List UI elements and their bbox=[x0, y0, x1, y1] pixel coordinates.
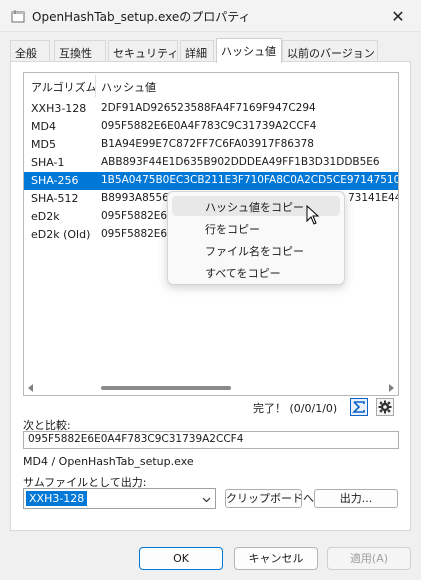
close-icon: ✕ bbox=[391, 6, 405, 26]
tab-security[interactable]: セキュリティ bbox=[108, 40, 178, 62]
list-item[interactable]: XXH3-128 2DF91AD926523588FA4F7169F947C29… bbox=[24, 100, 398, 118]
tab-compatibility[interactable]: 互換性 bbox=[54, 40, 106, 62]
list-header: アルゴリズム ハッシュ値 bbox=[24, 73, 398, 99]
properties-icon bbox=[11, 10, 25, 23]
scrollbar-thumb[interactable] bbox=[101, 386, 231, 390]
tab-general[interactable]: 全般 bbox=[10, 40, 50, 62]
list-item[interactable]: MD5 B1A94E99E7C872FF7C6FA03917F86378 bbox=[24, 136, 398, 154]
settings-button[interactable] bbox=[376, 398, 394, 416]
status-text: 完了！ (0/0/1/0) bbox=[253, 402, 338, 415]
output-button[interactable]: 出力... bbox=[314, 489, 398, 508]
tab-details[interactable]: 詳細 bbox=[180, 40, 214, 62]
column-divider[interactable] bbox=[95, 75, 96, 97]
menu-item-copy-filename[interactable]: ファイル名をコピー bbox=[172, 240, 340, 260]
tab-previous-versions[interactable]: 以前のバージョン bbox=[282, 40, 378, 62]
compare-result: MD4 / OpenHashTab_setup.exe bbox=[23, 455, 194, 468]
column-hash[interactable]: ハッシュ値 bbox=[101, 79, 156, 95]
clipboard-button[interactable]: クリップボードへ bbox=[225, 489, 314, 508]
window-title: OpenHashTab_setup.exeのプロパティ bbox=[32, 10, 251, 24]
list-item-selected[interactable]: SHA-256 1B5A0475B0EC3CB211E3F710FA8C0A2C… bbox=[24, 172, 398, 190]
title-bar: OpenHashTab_setup.exeのプロパティ ✕ bbox=[0, 0, 421, 32]
horizontal-scrollbar[interactable] bbox=[26, 384, 396, 392]
sigma-icon bbox=[352, 401, 365, 413]
scroll-right-icon[interactable] bbox=[389, 384, 394, 392]
close-button[interactable]: ✕ bbox=[375, 0, 421, 32]
sum-file-button[interactable] bbox=[350, 398, 368, 416]
apply-button[interactable]: 適用(A) bbox=[327, 547, 411, 570]
list-item[interactable]: MD4 095F5882E6E0A4F783C9C31739A2CCF4 bbox=[24, 118, 398, 136]
tab-hashes[interactable]: ハッシュ値 bbox=[216, 38, 282, 63]
menu-item-copy-all[interactable]: すべてをコピー bbox=[172, 262, 340, 282]
column-algorithm[interactable]: アルゴリズム bbox=[31, 79, 97, 95]
pointer-cursor-icon bbox=[306, 205, 320, 225]
cancel-button[interactable]: キャンセル bbox=[234, 547, 318, 570]
gear-icon bbox=[378, 400, 392, 414]
compare-input[interactable]: 095F5882E6E0A4F783C9C31739A2CCF4 bbox=[23, 431, 399, 449]
chevron-down-icon bbox=[202, 497, 211, 503]
ok-button[interactable]: OK bbox=[139, 547, 223, 570]
algorithm-select[interactable]: XXH3-128 bbox=[23, 488, 216, 509]
list-item[interactable]: SHA-1 ABB893F44E1D635B902DDDEA49FF1B3D31… bbox=[24, 154, 398, 172]
scroll-left-icon[interactable] bbox=[28, 384, 33, 392]
tab-strip: 全般 互換性 セキュリティ 詳細 ハッシュ値 以前のバージョン bbox=[10, 38, 410, 63]
algorithm-select-value: XXH3-128 bbox=[26, 491, 88, 506]
